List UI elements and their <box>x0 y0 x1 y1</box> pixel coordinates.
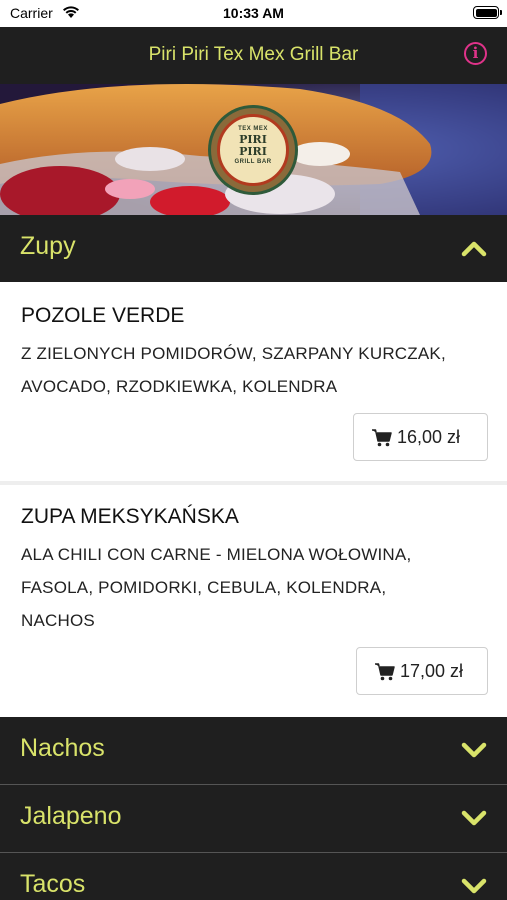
page-title: Piri Piri Tex Mex Grill Bar <box>148 44 359 65</box>
item-name: ZUPA MEKSYKAŃSKA <box>21 505 239 528</box>
section-header-jalapeno[interactable]: Jalapeno <box>0 785 507 852</box>
chevron-down-icon <box>461 742 487 758</box>
cart-icon <box>375 663 395 681</box>
status-bar: Carrier 10:33 AM <box>0 0 507 27</box>
price-label: 16,00 zł <box>397 427 461 447</box>
section-header-nachos[interactable]: Nachos <box>0 717 507 784</box>
chevron-down-icon <box>461 810 487 826</box>
item-name: POZOLE VERDE <box>21 304 185 327</box>
section-label: Jalapeno <box>20 802 122 830</box>
section-label: Zupy <box>20 232 76 260</box>
price-label: 17,00 zł <box>400 661 464 681</box>
chevron-down-icon <box>461 878 487 894</box>
cart-icon <box>372 429 392 447</box>
list-item: ZUPA MEKSYKAŃSKA ALA CHILI CON CARNE - M… <box>0 485 507 717</box>
restaurant-logo: TEX MEX PIRI PIRI GRILL BAR <box>211 108 295 192</box>
hero-banner: TEX MEX PIRI PIRI GRILL BAR <box>0 84 507 215</box>
list-item: POZOLE VERDE Z ZIELONYCH POMIDORÓW, SZAR… <box>0 282 507 481</box>
section-label: Tacos <box>20 870 86 898</box>
section-label: Nachos <box>20 734 105 762</box>
item-description: Z ZIELONYCH POMIDORÓW, SZARPANY KURCZAK,… <box>21 344 446 396</box>
status-time: 10:33 AM <box>223 5 284 21</box>
info-icon[interactable]: i <box>464 42 487 65</box>
add-to-cart-button[interactable]: 17,00 zł <box>356 647 488 695</box>
section-header-zupy[interactable]: Zupy <box>0 215 507 282</box>
chevron-up-icon <box>461 241 487 257</box>
add-to-cart-button[interactable]: 16,00 zł <box>353 413 488 461</box>
section-header-tacos[interactable]: Tacos <box>0 853 507 900</box>
item-description: ALA CHILI CON CARNE - MIELONA WOŁOWINA, … <box>21 545 412 630</box>
nav-bar: Piri Piri Tex Mex Grill Bar i <box>0 27 507 84</box>
battery-icon <box>473 6 502 19</box>
